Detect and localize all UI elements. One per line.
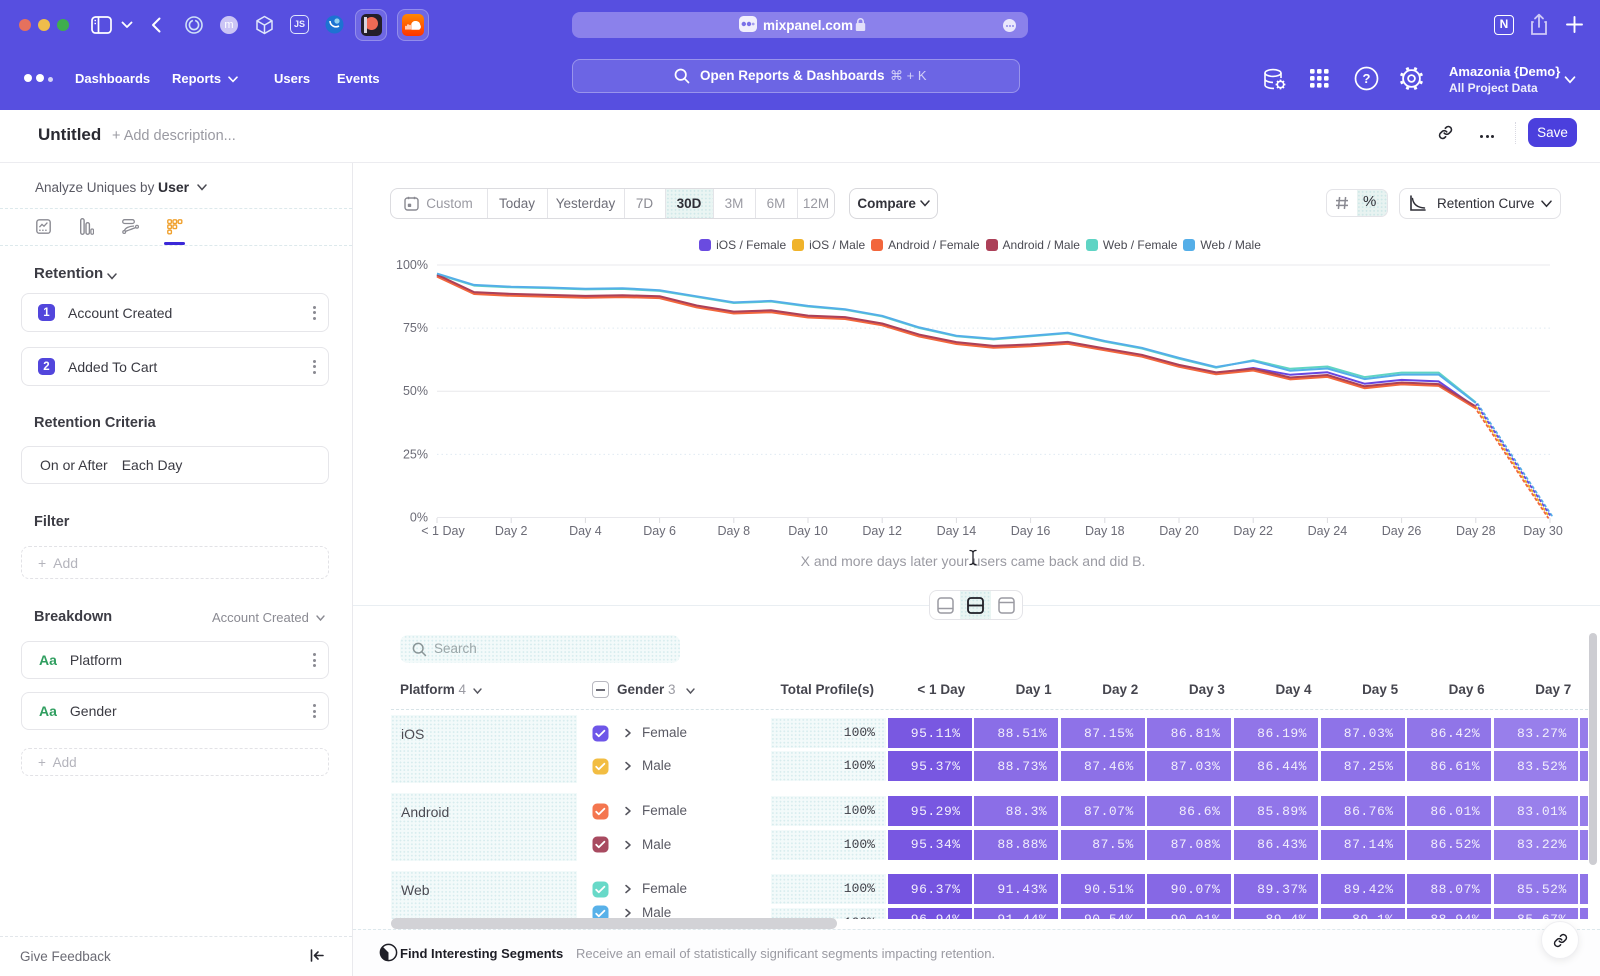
svg-text:50%: 50% <box>403 384 428 398</box>
svg-text:< 1 Day: < 1 Day <box>421 524 465 538</box>
svg-text:Day 2: Day 2 <box>495 524 528 538</box>
svg-text:Day 6: Day 6 <box>643 524 676 538</box>
svg-text:75%: 75% <box>403 321 428 335</box>
svg-text:Day 18: Day 18 <box>1085 524 1125 538</box>
svg-text:Day 20: Day 20 <box>1159 524 1199 538</box>
svg-text:Day 12: Day 12 <box>862 524 902 538</box>
svg-text:Day 22: Day 22 <box>1233 524 1273 538</box>
svg-text:Day 28: Day 28 <box>1456 524 1496 538</box>
svg-text:100%: 100% <box>396 258 428 272</box>
svg-text:25%: 25% <box>403 447 428 461</box>
svg-text:Day 8: Day 8 <box>717 524 750 538</box>
svg-text:Day 24: Day 24 <box>1308 524 1348 538</box>
svg-text:Day 30: Day 30 <box>1523 524 1563 538</box>
svg-text:Day 14: Day 14 <box>937 524 977 538</box>
svg-text:0%: 0% <box>410 511 428 525</box>
svg-text:Day 16: Day 16 <box>1011 524 1051 538</box>
svg-text:Day 26: Day 26 <box>1382 524 1422 538</box>
svg-text:Day 4: Day 4 <box>569 524 602 538</box>
svg-text:Day 10: Day 10 <box>788 524 828 538</box>
